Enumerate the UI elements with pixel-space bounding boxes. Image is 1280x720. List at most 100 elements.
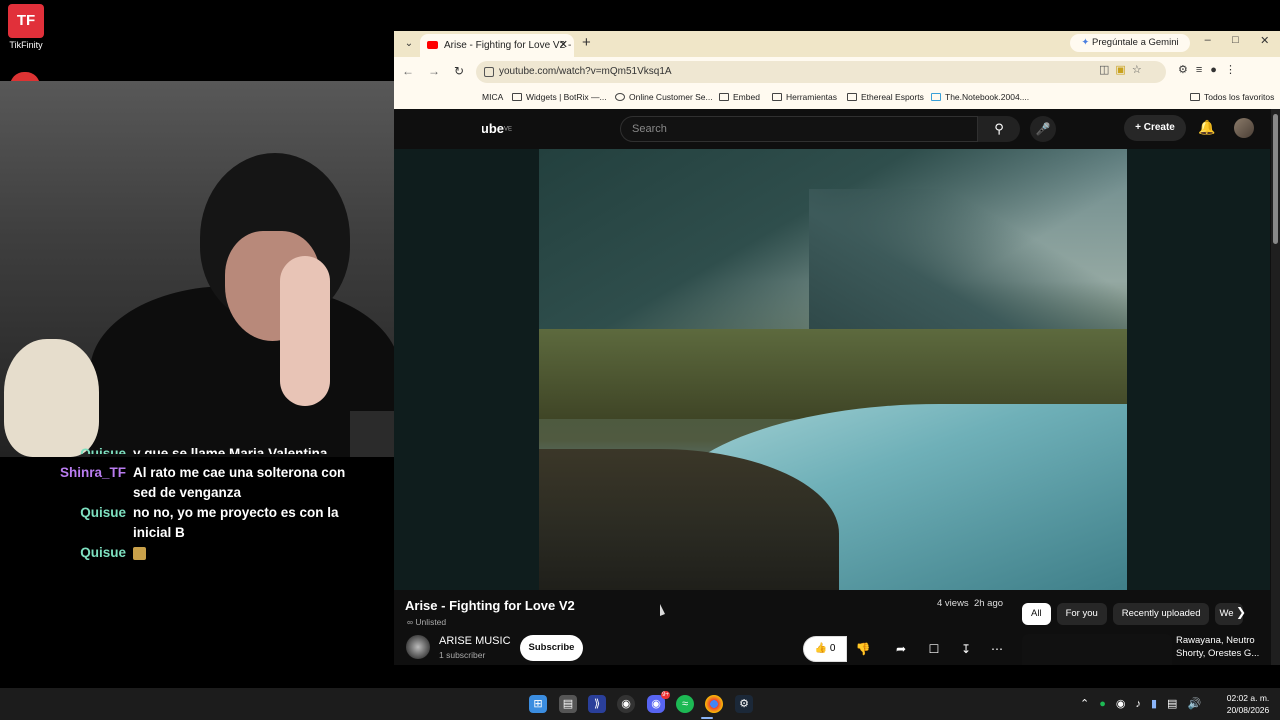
cast-icon[interactable]: ▣ <box>1115 64 1131 76</box>
video-frame[interactable] <box>539 149 1127 590</box>
tab-youtube[interactable]: Arise - Fighting for Love V2 - YouTube ✕ <box>420 34 574 57</box>
recommendation-title[interactable]: Rawayana, Neutro Shorty, Orestes G... <box>1176 634 1266 660</box>
notifications-bell-icon[interactable]: 🔔 <box>1198 119 1215 136</box>
new-tab-button[interactable]: + <box>582 34 591 51</box>
globe-icon <box>615 93 625 101</box>
audio-icon[interactable]: ♪ <box>1135 698 1151 710</box>
url-input[interactable]: youtube.com/watch?v=mQm51Vksq1A <box>476 61 1166 83</box>
tab-search-chevron-icon[interactable]: ⌄ <box>400 36 418 52</box>
forward-icon[interactable]: → <box>428 64 454 78</box>
media-icon[interactable]: ≡ <box>1196 64 1210 76</box>
vscode-icon[interactable]: ⟫ <box>588 695 606 713</box>
spotify-icon[interactable]: ≈ <box>676 695 694 713</box>
discord-tray-icon[interactable]: ◉ <box>1116 698 1136 710</box>
network-icon[interactable]: ▤ <box>1167 698 1187 710</box>
tab-title: Arise - Fighting for Love V2 - YouTube <box>444 40 574 51</box>
tikfinity-logo: TF <box>8 4 44 38</box>
bookmark-label: Widgets | BotRix —... <box>526 92 607 102</box>
bookmark-folder[interactable]: Embed <box>719 92 760 102</box>
user-avatar[interactable] <box>1234 118 1254 138</box>
bookmark-item[interactable]: Widgets | BotRix —... <box>512 92 607 102</box>
gemini-button[interactable]: ✦ Pregúntale a Gemini <box>1070 34 1190 52</box>
like-button[interactable]: 👍 0 <box>803 636 847 662</box>
share-icon[interactable]: ➦ <box>888 636 914 662</box>
all-bookmarks-folder[interactable]: Todos los favoritos <box>1190 92 1274 102</box>
bookmark-label: Ethereal Esports <box>861 92 924 102</box>
folder-icon <box>847 93 857 101</box>
gemini-label: Pregúntale a Gemini <box>1092 37 1179 48</box>
botrix-icon <box>512 93 522 101</box>
close-tab-icon[interactable]: ✕ <box>559 34 568 57</box>
reload-icon[interactable]: ↻ <box>454 64 478 78</box>
address-bar-row: ←→↻ youtube.com/watch?v=mQm51Vksq1A ◫▣☆ … <box>394 57 1280 87</box>
youtube-header: YouTubeVE Search ⚲ 🎤 + Create 🔔 <box>394 109 1280 149</box>
start-windows-icon[interactable]: ⊞ <box>529 695 547 713</box>
back-icon[interactable]: ← <box>402 64 428 78</box>
bookmark-folder[interactable]: Herramientas <box>772 92 837 102</box>
more-actions-icon[interactable]: ⋯ <box>984 636 1010 662</box>
channel-name[interactable]: ARISE MUSIC <box>439 635 511 647</box>
chat-message: Quisue no no, yo me proyecto es con la i… <box>40 503 370 543</box>
bookmark-item[interactable]: The.Notebook.2004.... <box>931 92 1029 102</box>
discord-icon[interactable]: 9+ ◉ <box>647 691 670 713</box>
bookmark-star-icon[interactable]: ☆ <box>1132 64 1148 76</box>
cat-figurine <box>4 339 99 457</box>
bookmark-item[interactable]: MICA <box>482 92 503 102</box>
url-actions: ◫▣☆ <box>1099 63 1148 76</box>
chat-username: Quisue <box>80 505 126 520</box>
search-icon[interactable]: ⚲ <box>978 116 1020 142</box>
chevron-up-icon[interactable]: ⌃ <box>1080 698 1099 710</box>
chrome-icon[interactable] <box>705 695 723 713</box>
chip-for-you[interactable]: For you <box>1056 603 1107 625</box>
close-window-icon[interactable]: ✕ <box>1260 34 1269 47</box>
menu-icon[interactable]: ⋮ <box>1225 64 1244 76</box>
maximize-icon[interactable]: □ <box>1232 34 1239 47</box>
create-button[interactable]: + Create <box>1124 115 1186 141</box>
url-text: youtube.com/watch?v=mQm51Vksq1A <box>499 66 672 77</box>
bookmark-folder[interactable]: Ethereal Esports <box>847 92 924 102</box>
obs-icon[interactable]: ◉ <box>617 695 635 713</box>
recommendation-chips: All For you Recently uploaded We <box>1022 603 1244 625</box>
dislike-icon[interactable]: 👎 <box>849 636 877 662</box>
spotify-tray-icon[interactable]: ● <box>1099 698 1116 710</box>
bookmark-item[interactable]: Online Customer Se... <box>615 92 713 102</box>
chip-all[interactable]: All <box>1022 603 1051 625</box>
profile-icon[interactable]: ● <box>1210 64 1225 76</box>
microphone-icon[interactable]: 🎤 <box>1030 116 1056 142</box>
page-scrollbar[interactable] <box>1271 109 1280 665</box>
logo-text: YouTube <box>482 121 504 136</box>
volume-icon[interactable]: 🔊 <box>1187 698 1211 710</box>
chat-text <box>133 543 358 563</box>
chip-recently-uploaded[interactable]: Recently uploaded <box>1112 603 1210 625</box>
minimize-icon[interactable]: – <box>1205 34 1211 47</box>
download-icon[interactable]: ↧ <box>953 636 979 662</box>
upload-age: 2h ago <box>973 598 1004 609</box>
subscriber-count: 1 subscriber <box>439 650 486 660</box>
video-player[interactable] <box>394 149 1270 590</box>
recommendation-thumbnail[interactable] <box>1022 634 1172 665</box>
mountain-right <box>809 189 1127 349</box>
site-info-icon[interactable] <box>484 67 494 77</box>
chat-message: Quisue <box>40 543 370 563</box>
tikfinity-desktop-icon[interactable]: TF TikFinity <box>6 4 46 50</box>
youtube-logo[interactable]: YouTubeVE <box>482 121 512 139</box>
subscribe-button[interactable]: Subscribe <box>520 635 583 661</box>
video-stats: 4 views 2h ago <box>937 598 1003 609</box>
stream-chat: Quisue y que se llame Maria Valentina Sh… <box>40 446 370 563</box>
window-controls: – □ ✕ <box>1194 34 1280 47</box>
channel-avatar[interactable] <box>406 635 430 659</box>
extensions-icon[interactable]: ⚙ <box>1178 64 1196 76</box>
mic-tray-icon[interactable]: ▮ <box>1151 698 1167 710</box>
mouse-cursor <box>660 604 665 616</box>
chat-username: Quisue <box>80 545 126 560</box>
save-icon[interactable]: ☐ <box>921 636 947 662</box>
search-input[interactable]: Search <box>620 116 978 142</box>
clock[interactable]: 02:02 a. m. 20/08/2026 <box>1222 692 1274 716</box>
steam-icon[interactable]: ⚙ <box>735 695 753 713</box>
toolbar-right: ⚙≡●⋮ <box>1178 63 1244 76</box>
bookmark-label: Embed <box>733 92 760 102</box>
chevron-right-icon[interactable]: ❯ <box>1236 605 1246 619</box>
translate-icon[interactable]: ◫ <box>1099 64 1115 76</box>
task-view-icon[interactable]: ▤ <box>559 695 577 713</box>
scrollbar-thumb[interactable] <box>1273 114 1278 244</box>
